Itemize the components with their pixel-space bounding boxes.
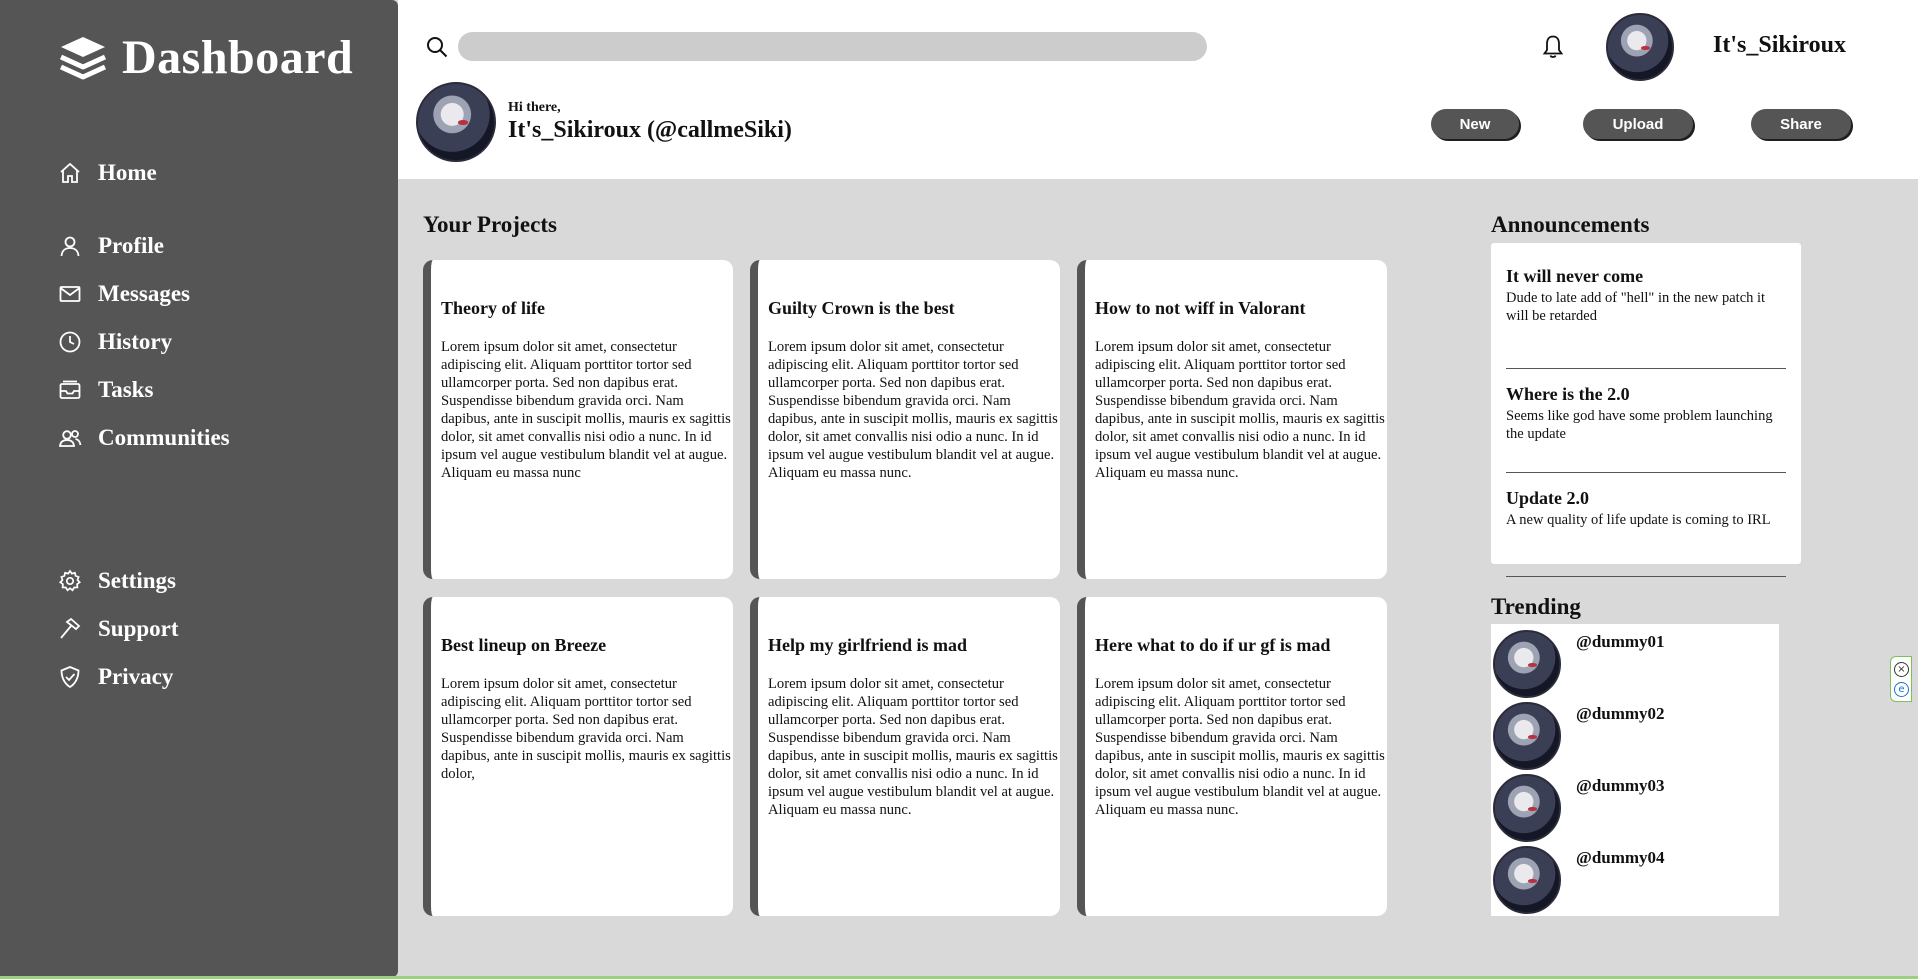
avatar xyxy=(1493,702,1561,770)
user-icon xyxy=(60,236,80,257)
project-card[interactable]: Best lineup on Breeze Lorem ipsum dolor … xyxy=(423,597,733,916)
trending-username: @dummy03 xyxy=(1576,776,1665,795)
announcement-item[interactable]: It will never come Dude to late add of "… xyxy=(1506,265,1786,369)
sidebar-item-profile[interactable]: Profile xyxy=(58,233,164,259)
home-icon xyxy=(60,162,80,183)
card-body: Lorem ipsum dolor sit amet, consectetur … xyxy=(441,339,731,481)
top-header: It's_Sikiroux Hi there, It's_Sikiroux (@… xyxy=(398,0,1918,179)
sidebar-item-label: Communities xyxy=(98,425,230,450)
search-input[interactable] xyxy=(458,32,1207,61)
trending-panel: @dummy01 @dummy02 @dummy03 @dummy04 xyxy=(1491,624,1779,916)
extension-icon[interactable]: e xyxy=(1894,682,1909,697)
announcement-body: A new quality of life update is coming t… xyxy=(1506,512,1771,528)
sidebar-item-messages[interactable]: Messages xyxy=(58,281,190,307)
header-username[interactable]: It's_Sikiroux xyxy=(1713,32,1846,59)
sidebar-item-settings[interactable]: Settings xyxy=(58,568,176,594)
trending-username: @dummy04 xyxy=(1576,848,1665,867)
users-icon xyxy=(58,430,82,447)
close-icon[interactable]: × xyxy=(1894,662,1909,677)
sidebar-item-privacy[interactable]: Privacy xyxy=(58,664,173,690)
announcement-item[interactable]: Where is the 2.0 Seems like god have som… xyxy=(1506,369,1786,473)
card-title: Best lineup on Breeze xyxy=(441,635,607,655)
avatar xyxy=(1493,630,1561,698)
announcement-title: Update 2.0 xyxy=(1506,488,1590,508)
upload-button[interactable]: Upload xyxy=(1583,109,1693,139)
sidebar-item-label: Home xyxy=(98,160,157,185)
announcement-body: Seems like god have some problem launchi… xyxy=(1506,408,1773,442)
avatar xyxy=(1493,774,1561,842)
sidebar-item-label: Messages xyxy=(98,281,190,306)
shield-icon xyxy=(60,666,80,689)
project-card[interactable]: Help my girlfriend is mad Lorem ipsum do… xyxy=(750,597,1060,916)
card-title: How to not wiff in Valorant xyxy=(1095,298,1306,318)
sidebar-item-label: Privacy xyxy=(98,664,174,689)
sidebar-item-label: Support xyxy=(98,616,179,641)
profile-avatar xyxy=(416,82,496,162)
brand[interactable]: Dashboard xyxy=(58,30,353,85)
sidebar-item-label: Tasks xyxy=(98,377,154,402)
project-card[interactable]: Guilty Crown is the best Lorem ipsum dol… xyxy=(750,260,1060,579)
sidebar-item-tasks[interactable]: Tasks xyxy=(58,377,153,403)
layers-icon xyxy=(59,36,107,79)
hammer-icon xyxy=(60,617,81,639)
announcement-title: It will never come xyxy=(1506,266,1644,286)
gear-icon xyxy=(59,569,81,592)
mail-icon xyxy=(59,286,81,302)
project-card[interactable]: Here what to do if ur gf is mad Lorem ip… xyxy=(1077,597,1387,916)
project-card[interactable]: Theory of life Lorem ipsum dolor sit ame… xyxy=(423,260,733,579)
sidebar-item-label: Profile xyxy=(98,233,164,258)
sidebar-item-home[interactable]: Home xyxy=(58,160,157,186)
inbox-icon xyxy=(59,380,81,399)
bell-icon[interactable] xyxy=(1541,34,1565,60)
announcements-title: Announcements xyxy=(1491,212,1650,237)
brand-title: Dashboard xyxy=(122,31,354,84)
sidebar: Dashboard Home Profile Messages History … xyxy=(0,0,398,977)
search-icon[interactable] xyxy=(426,36,448,58)
card-body: Lorem ipsum dolor sit amet, consectetur … xyxy=(768,339,1058,481)
card-body: Lorem ipsum dolor sit amet, consectetur … xyxy=(1095,676,1385,818)
card-title: Theory of life xyxy=(441,298,545,318)
card-body: Lorem ipsum dolor sit amet, consectetur … xyxy=(768,676,1058,818)
sidebar-item-history[interactable]: History xyxy=(58,329,172,355)
trending-user[interactable]: @dummy02 xyxy=(1491,700,1779,772)
card-body: Lorem ipsum dolor sit amet, consectetur … xyxy=(1095,339,1385,481)
announcement-item[interactable]: Update 2.0 A new quality of life update … xyxy=(1506,473,1786,577)
card-title: Guilty Crown is the best xyxy=(768,298,955,318)
card-title: Help my girlfriend is mad xyxy=(768,635,967,655)
project-card[interactable]: How to not wiff in Valorant Lorem ipsum … xyxy=(1077,260,1387,579)
card-body: Lorem ipsum dolor sit amet, consectetur … xyxy=(441,676,731,782)
card-title: Here what to do if ur gf is mad xyxy=(1095,635,1331,655)
announcement-body: Dude to late add of "hell" in the new pa… xyxy=(1506,290,1766,324)
display-name: It's_Sikiroux (@callmeSiki) xyxy=(508,117,792,143)
clock-icon xyxy=(59,331,81,353)
trending-user[interactable]: @dummy03 xyxy=(1491,772,1779,844)
greeting-text: Hi there, xyxy=(508,100,561,115)
projects-title: Your Projects xyxy=(423,212,557,237)
trending-username: @dummy01 xyxy=(1576,632,1665,651)
sidebar-item-label: Settings xyxy=(98,568,176,593)
sidebar-item-label: History xyxy=(98,329,173,354)
trending-username: @dummy02 xyxy=(1576,704,1665,723)
avatar xyxy=(1493,846,1561,914)
trending-user[interactable]: @dummy01 xyxy=(1491,628,1779,700)
share-button[interactable]: Share xyxy=(1751,109,1851,139)
announcements-panel: It will never come Dude to late add of "… xyxy=(1491,243,1801,577)
new-button[interactable]: New xyxy=(1431,109,1519,139)
avatar[interactable] xyxy=(1606,13,1674,81)
extension-widget[interactable]: × e xyxy=(1890,656,1912,702)
sidebar-item-communities[interactable]: Communities xyxy=(58,425,230,451)
sidebar-item-support[interactable]: Support xyxy=(58,616,179,642)
trending-user[interactable]: @dummy04 xyxy=(1491,844,1779,916)
trending-title: Trending xyxy=(1491,594,1581,619)
announcement-title: Where is the 2.0 xyxy=(1506,384,1630,404)
